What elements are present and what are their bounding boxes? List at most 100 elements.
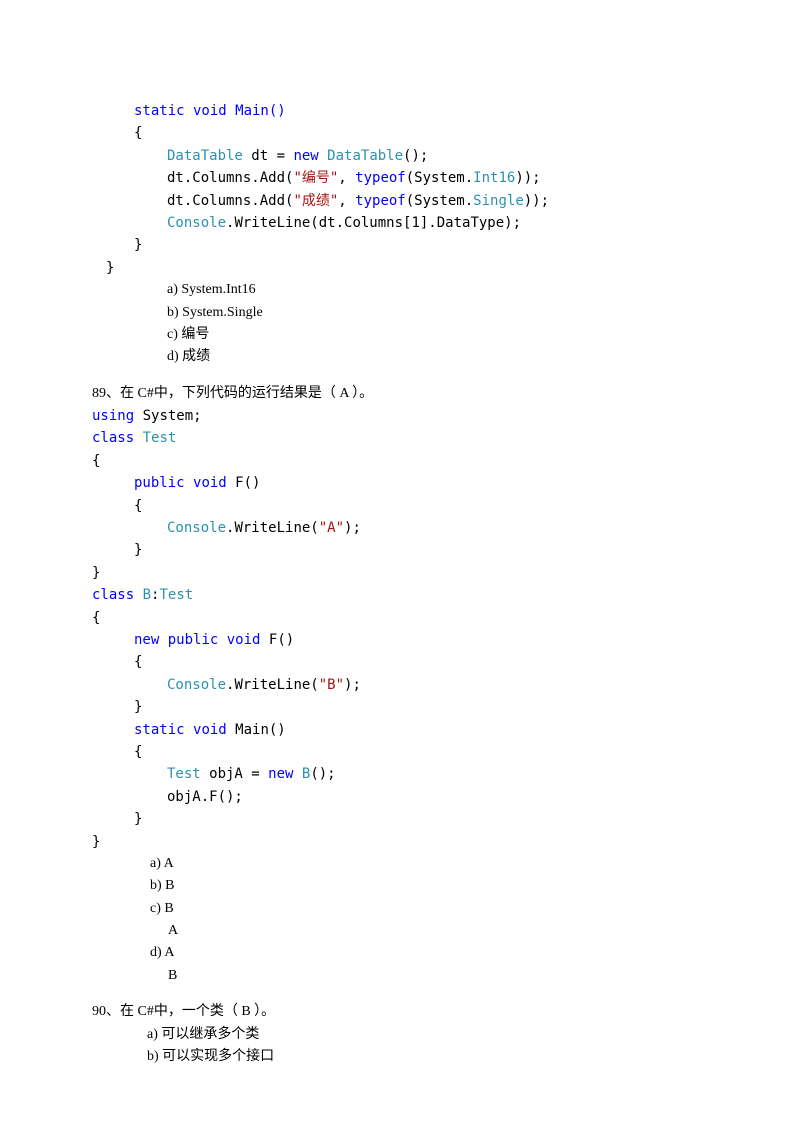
code-text [185, 722, 193, 738]
code-text: .WriteLine( [226, 677, 319, 693]
class-name: Console [167, 677, 226, 693]
code-text: dt = [243, 148, 294, 164]
option-a: a) A [92, 853, 702, 875]
class-name: Console [167, 520, 226, 536]
code-line: { [92, 607, 702, 629]
q89-prompt: 89、在 C#中，下列代码的运行结果是（ A ）。 [92, 383, 702, 405]
code-text: F() [227, 475, 261, 491]
code-text: )); [524, 193, 549, 209]
code-line: dt.Columns.Add("成绩", typeof(System.Singl… [92, 190, 702, 212]
code-line: { [92, 741, 702, 763]
code-line: { [92, 450, 702, 472]
option-a: a) System.Int16 [92, 279, 702, 301]
code-line: } [92, 808, 702, 830]
option-a: a) 可以继承多个类 [92, 1024, 702, 1046]
code-text: , [338, 193, 355, 209]
class-name: DataTable [327, 148, 403, 164]
code-line: } [92, 696, 702, 718]
code-text: dt.Columns.Add( [167, 193, 293, 209]
class-name: Test [143, 430, 177, 446]
code-text [134, 430, 142, 446]
string-literal: "成绩" [293, 193, 338, 209]
code-line: dt.Columns.Add("编号", typeof(System.Int16… [92, 167, 702, 189]
code-line: new public void F() [92, 629, 702, 651]
code-line: } [92, 831, 702, 853]
code-line: objA.F(); [92, 786, 702, 808]
class-name: Test [167, 766, 201, 782]
keyword: new [134, 632, 159, 648]
code-line: static void Main() [92, 719, 702, 741]
keyword: class [92, 587, 134, 603]
class-name: Single [473, 193, 524, 209]
keyword: using [92, 408, 134, 424]
q90-options: a) 可以继承多个类 b) 可以实现多个接口 [92, 1024, 702, 1069]
code-text: , [338, 170, 355, 186]
code-text [159, 632, 167, 648]
code-text: (); [403, 148, 428, 164]
code-line: public void F() [92, 472, 702, 494]
code-text: .WriteLine( [226, 520, 319, 536]
option-d-line2: B [92, 965, 702, 987]
code-line: class Test [92, 427, 702, 449]
q89-options: a) A b) B c) B A d) A B [92, 853, 702, 987]
q88-code-block: static void Main() { DataTable dt = new … [92, 100, 702, 279]
code-text: (); [310, 766, 335, 782]
option-d: d) 成绩 [92, 346, 702, 368]
code-text: ); [344, 677, 361, 693]
code-line: } [92, 539, 702, 561]
string-literal: "A" [319, 520, 344, 536]
keyword: void [193, 475, 227, 491]
code-text: Main() [227, 722, 286, 738]
keyword: new [293, 148, 318, 164]
q89-code-block: using System; class Test { public void F… [92, 405, 702, 853]
code-line: { [92, 122, 702, 144]
code-line: Console.WriteLine(dt.Columns[1].DataType… [92, 212, 702, 234]
keyword: new [268, 766, 293, 782]
keyword: static [134, 722, 185, 738]
code-line: { [92, 651, 702, 673]
keyword: void [193, 722, 227, 738]
code-text: F() [260, 632, 294, 648]
code-line: static void Main() [92, 100, 702, 122]
keyword: class [92, 430, 134, 446]
code-text: ); [344, 520, 361, 536]
code-text [134, 587, 142, 603]
code-text: dt.Columns.Add( [167, 170, 293, 186]
code-text: )); [515, 170, 540, 186]
code-line: } [92, 234, 702, 256]
option-b: b) System.Single [92, 302, 702, 324]
code-line: DataTable dt = new DataTable(); [92, 145, 702, 167]
code-line: } [92, 562, 702, 584]
code-text [293, 766, 301, 782]
code-text [319, 148, 327, 164]
code-line: class B:Test [92, 584, 702, 606]
code-line: Console.WriteLine("B"); [92, 674, 702, 696]
class-name: Int16 [473, 170, 515, 186]
q90-prompt: 90、在 C#中，一个类（ B ）。 [92, 1001, 702, 1023]
keyword: void [227, 632, 261, 648]
keyword: public [134, 475, 185, 491]
class-name: Test [159, 587, 193, 603]
code-text [218, 632, 226, 648]
option-d: d) A [92, 942, 702, 964]
q88-options: a) System.Int16 b) System.Single c) 编号 d… [92, 279, 702, 369]
option-c: c) 编号 [92, 324, 702, 346]
code-text: (System. [406, 170, 473, 186]
option-b: b) 可以实现多个接口 [92, 1046, 702, 1068]
keyword: static void Main() [134, 103, 286, 119]
code-text: objA = [201, 766, 268, 782]
keyword: typeof [355, 170, 406, 186]
code-text: (System. [406, 193, 473, 209]
code-line: Test objA = new B(); [92, 763, 702, 785]
class-name: Console [167, 215, 226, 231]
code-line: { [92, 495, 702, 517]
code-line: using System; [92, 405, 702, 427]
code-text [185, 475, 193, 491]
string-literal: "编号" [293, 170, 338, 186]
keyword: typeof [355, 193, 406, 209]
code-line: } [92, 257, 702, 279]
code-text: .WriteLine(dt.Columns[1].DataType); [226, 215, 521, 231]
class-name: B [143, 587, 151, 603]
class-name: DataTable [167, 148, 243, 164]
code-text: System; [134, 408, 201, 424]
